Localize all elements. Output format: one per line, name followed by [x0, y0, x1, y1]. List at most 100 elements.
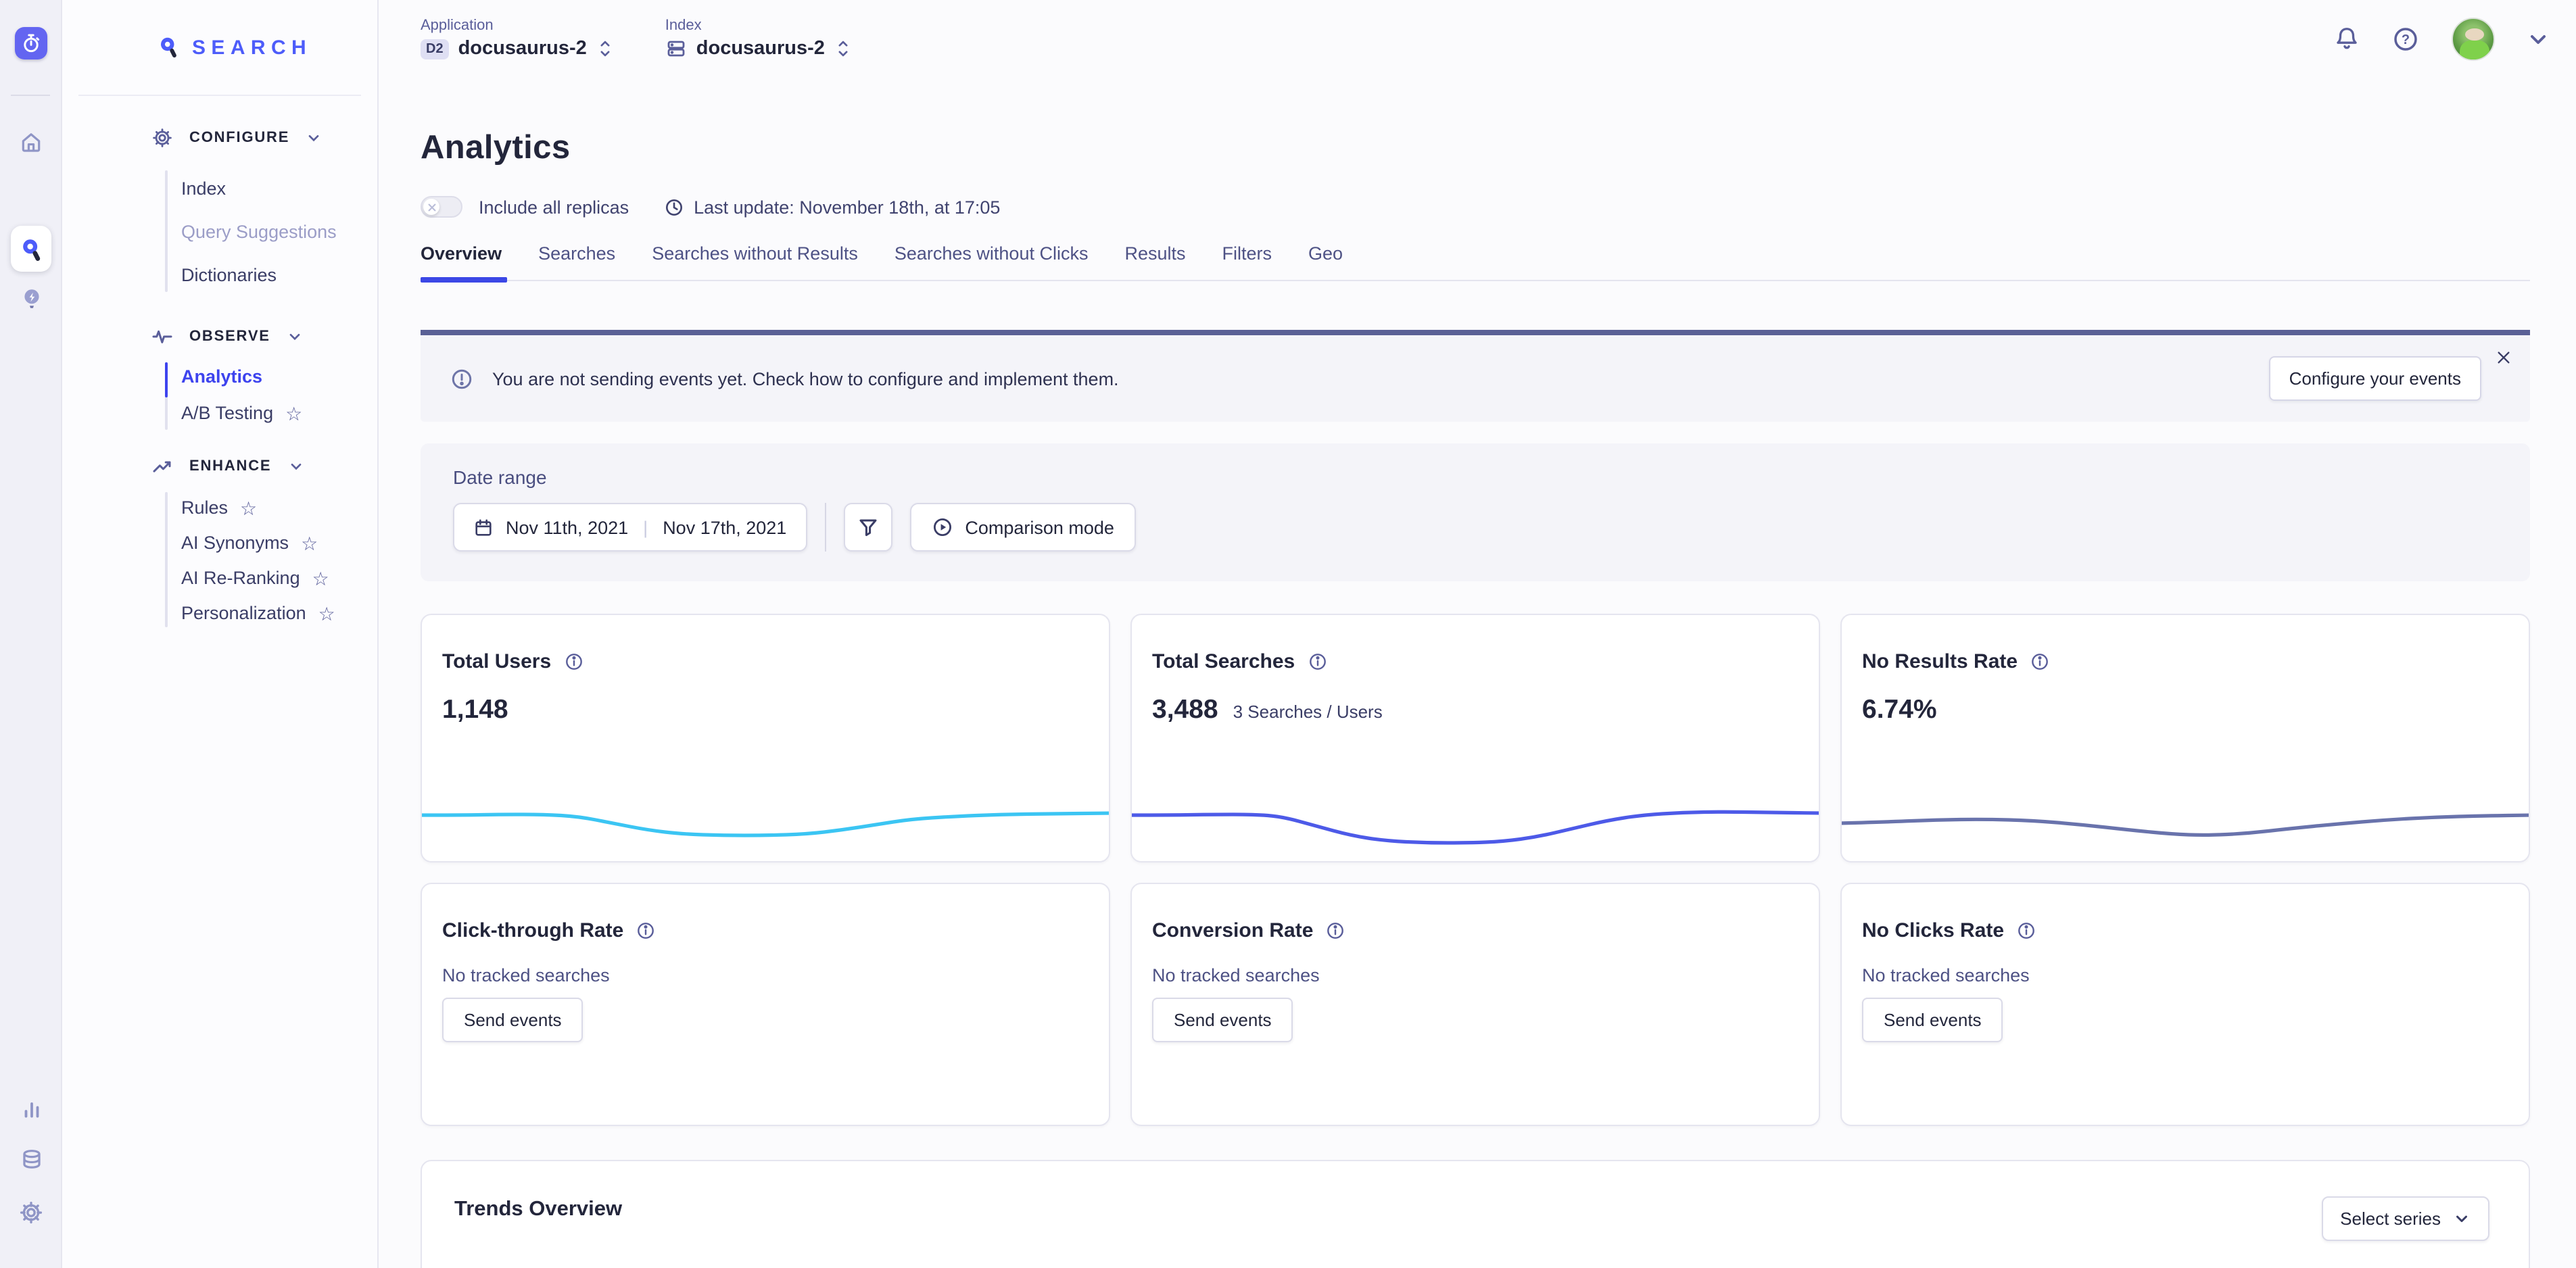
date-range-panel: Date range Nov 11th, 2021 | Nov 17th, 20…: [421, 443, 2530, 581]
send-events-button[interactable]: Send events: [1862, 998, 2003, 1042]
select-series-button[interactable]: Select series: [2321, 1196, 2489, 1241]
chevron-down-icon: [306, 130, 322, 146]
card-title: Total Searches: [1152, 650, 1295, 673]
sidebar-item-personalization[interactable]: Personalization☆: [181, 603, 335, 623]
include-replicas-toggle[interactable]: [421, 196, 462, 218]
stopwatch-icon: [20, 32, 42, 54]
nav-indent-line: [165, 362, 168, 430]
star-icon[interactable]: ☆: [312, 568, 329, 587]
date-range-label: Date range: [453, 466, 2530, 488]
vertical-divider: [824, 503, 826, 552]
calendar-icon: [473, 517, 494, 537]
sidebar-item-analytics[interactable]: Analytics: [181, 366, 262, 387]
tab-filters[interactable]: Filters: [1222, 243, 1272, 280]
card-click-through-rate: Click-through Rate No tracked searches S…: [421, 883, 1110, 1126]
svg-text:?: ?: [2402, 32, 2410, 47]
search-icon[interactable]: [11, 226, 51, 272]
trends-title: Trends Overview: [454, 1198, 2496, 1222]
section-observe[interactable]: OBSERVE: [151, 326, 303, 347]
info-icon[interactable]: [2016, 921, 2036, 941]
last-update: Last update: November 18th, at 17:05: [664, 197, 1000, 217]
analytics-dashboard: SEARCH CONFIGURE Index Query Suggestions…: [0, 0, 2576, 1268]
tab-searches[interactable]: Searches: [538, 243, 615, 280]
page-title: Analytics: [421, 130, 2530, 168]
gear-icon[interactable]: [0, 1200, 62, 1225]
sparkline-total-users: [421, 788, 1110, 850]
gear-icon: [151, 127, 173, 149]
send-events-button[interactable]: Send events: [442, 998, 583, 1042]
section-configure[interactable]: CONFIGURE: [151, 127, 322, 149]
sidebar-item-ab-testing[interactable]: A/B Testing☆: [181, 403, 302, 423]
meta-row: Include all replicas Last update: Novemb…: [421, 196, 2530, 218]
banner-message: You are not sending events yet. Check ho…: [492, 368, 1119, 389]
section-enhance[interactable]: ENHANCE: [151, 456, 304, 477]
star-icon[interactable]: ☆: [318, 604, 335, 623]
tab-searches-without-results[interactable]: Searches without Results: [652, 243, 858, 280]
search-product-logo[interactable]: SEARCH: [157, 35, 312, 59]
tab-searches-without-clicks[interactable]: Searches without Clicks: [895, 243, 1089, 280]
metric-cards-row-2: Click-through Rate No tracked searches S…: [421, 883, 2530, 1126]
rail-divider: [11, 95, 50, 96]
card-total-users: Total Users 1,148: [421, 614, 1110, 862]
configure-events-button[interactable]: Configure your events: [2269, 356, 2481, 401]
chevron-down-icon[interactable]: [2527, 28, 2549, 49]
card-total-searches: Total Searches 3,488 3 Searches / Users: [1130, 614, 1820, 862]
avatar[interactable]: [2452, 17, 2495, 60]
sidebar-item-query-suggestions[interactable]: Query Suggestions: [181, 222, 337, 242]
comparison-mode-button[interactable]: Comparison mode: [909, 503, 1136, 552]
empty-state-text: No tracked searches: [1152, 965, 1798, 985]
updown-chevrons-icon: [596, 38, 614, 59]
close-icon[interactable]: [2495, 349, 2512, 366]
clock-icon: [664, 197, 684, 217]
info-icon[interactable]: [1325, 921, 1345, 941]
tab-geo[interactable]: Geo: [1308, 243, 1343, 280]
magnifier-icon: [157, 35, 180, 59]
info-icon[interactable]: [2030, 652, 2050, 672]
content: Analytics Include all replicas Last upda…: [379, 130, 2576, 1268]
events-banner: You are not sending events yet. Check ho…: [421, 330, 2530, 422]
star-icon[interactable]: ☆: [301, 533, 318, 552]
tab-overview[interactable]: Overview: [421, 243, 502, 280]
topbar-right: ?: [2334, 0, 2549, 77]
date-range-button[interactable]: Nov 11th, 2021 | Nov 17th, 2021: [453, 503, 807, 552]
send-events-button[interactable]: Send events: [1152, 998, 1293, 1042]
server-icon: [665, 38, 687, 59]
lightbulb-icon[interactable]: [0, 287, 62, 311]
star-icon[interactable]: ☆: [285, 404, 302, 422]
include-replicas-label: Include all replicas: [479, 197, 629, 217]
bell-icon[interactable]: [2334, 26, 2360, 51]
sidebar-item-dictionaries[interactable]: Dictionaries: [181, 265, 277, 285]
card-no-clicks-rate: No Clicks Rate No tracked searches Send …: [1840, 883, 2530, 1126]
database-icon[interactable]: [0, 1148, 62, 1171]
help-icon[interactable]: ?: [2392, 25, 2419, 52]
filter-funnel-icon: [857, 516, 878, 538]
active-indicator: [165, 362, 168, 397]
star-icon[interactable]: ☆: [240, 498, 257, 517]
tab-results[interactable]: Results: [1124, 243, 1185, 280]
chevron-down-icon: [287, 328, 303, 345]
sidebar: SEARCH CONFIGURE Index Query Suggestions…: [62, 0, 379, 1268]
index-selector[interactable]: docusaurus-2: [665, 38, 852, 59]
card-title: No Results Rate: [1862, 650, 2018, 673]
section-label: CONFIGURE: [189, 130, 289, 146]
card-conversion-rate: Conversion Rate No tracked searches Send…: [1130, 883, 1820, 1126]
sidebar-item-ai-reranking[interactable]: AI Re-Ranking☆: [181, 568, 329, 588]
sidebar-item-rules[interactable]: Rules☆: [181, 497, 257, 518]
timer-app-logo[interactable]: [15, 27, 47, 59]
sparkline-total-searches: [1130, 788, 1820, 850]
play-circle-icon: [931, 516, 953, 538]
filter-funnel-button[interactable]: [843, 503, 892, 552]
sidebar-item-ai-synonyms[interactable]: AI Synonyms☆: [181, 533, 318, 553]
card-no-results-rate: No Results Rate 6.74%: [1840, 614, 2530, 862]
sidebar-item-index[interactable]: Index: [181, 178, 226, 199]
alert-circle-icon: [450, 367, 473, 390]
bar-chart-icon[interactable]: [0, 1098, 62, 1121]
info-icon[interactable]: [1307, 652, 1327, 672]
filter-controls: Nov 11th, 2021 | Nov 17th, 2021: [453, 503, 2530, 552]
home-icon[interactable]: [0, 130, 62, 154]
info-icon[interactable]: [563, 652, 583, 672]
application-selector[interactable]: D2 docusaurus-2: [421, 38, 614, 59]
tab-bar: Overview Searches Searches without Resul…: [421, 243, 2530, 281]
metric-value: 1,148: [442, 695, 508, 726]
info-icon[interactable]: [636, 921, 656, 941]
